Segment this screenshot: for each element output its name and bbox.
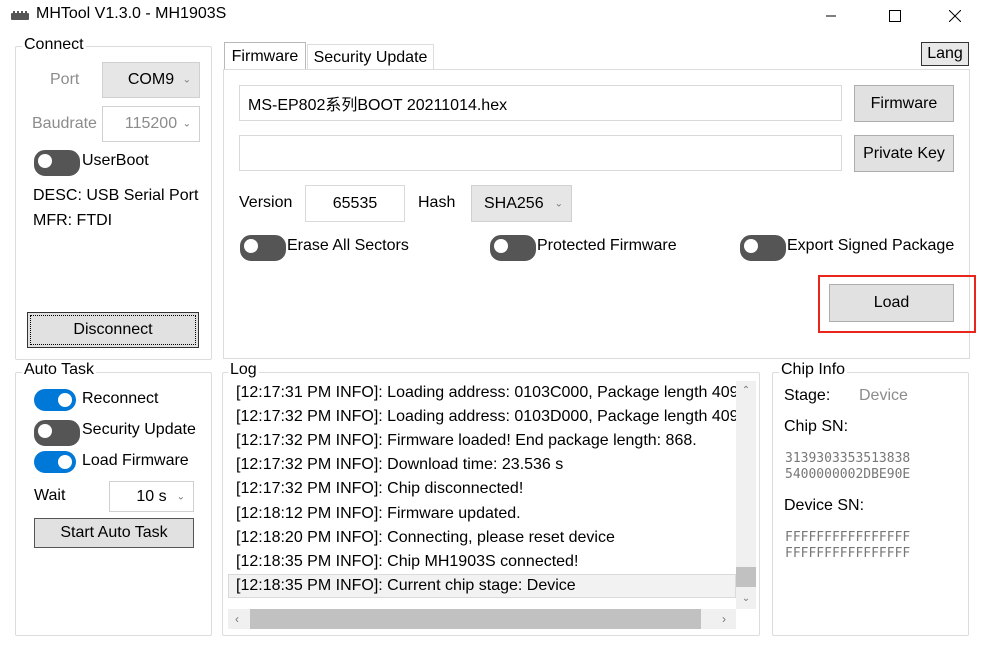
log-line: [12:17:32 PM INFO]: Firmware loaded! End… bbox=[236, 432, 697, 449]
chip-sn-line-2: 5400000002DBE90E bbox=[785, 467, 911, 482]
connect-group-label: Connect bbox=[22, 36, 86, 54]
chevron-right-icon[interactable]: › bbox=[717, 612, 731, 626]
app-icon bbox=[11, 11, 29, 20]
load-firmware-toggle[interactable] bbox=[34, 451, 76, 473]
log-list[interactable]: [12:17:31 PM INFO]: Loading address: 010… bbox=[228, 381, 736, 609]
version-value: 65535 bbox=[332, 194, 378, 212]
log-group-label: Log bbox=[228, 361, 259, 379]
firmware-button[interactable]: Firmware bbox=[854, 85, 954, 122]
device-mfr: MFR: FTDI bbox=[33, 212, 113, 229]
auto-task-group-label: Auto Task bbox=[22, 361, 96, 379]
tab-firmware[interactable]: Firmware bbox=[224, 42, 306, 70]
stage-label: Stage: bbox=[784, 387, 831, 404]
export-signed-package-toggle[interactable] bbox=[740, 235, 786, 261]
chip-sn-line-1: 3139303353513838 bbox=[785, 451, 911, 466]
reconnect-toggle[interactable] bbox=[34, 389, 76, 411]
stage-value: Device bbox=[859, 387, 908, 404]
log-hscroll-thumb[interactable] bbox=[250, 609, 701, 629]
hash-label: Hash bbox=[418, 194, 456, 211]
reconnect-label: Reconnect bbox=[82, 390, 159, 407]
private-key-button[interactable]: Private Key bbox=[854, 135, 954, 172]
firmware-file-path: MS-EP802系列BOOT 20211014.hex bbox=[248, 97, 508, 114]
userboot-label: UserBoot bbox=[82, 152, 149, 169]
maximize-button[interactable] bbox=[872, 0, 918, 32]
log-line: [12:17:31 PM INFO]: Loading address: 010… bbox=[236, 384, 736, 401]
export-signed-package-label: Export Signed Package bbox=[787, 237, 955, 254]
lang-button[interactable]: Lang bbox=[921, 42, 969, 66]
window-title: MHTool V1.3.0 - MH1903S bbox=[36, 5, 227, 22]
tab-security-update[interactable]: Security Update bbox=[307, 44, 434, 70]
private-key-field[interactable] bbox=[239, 135, 842, 171]
chevron-up-icon[interactable]: ⌃ bbox=[739, 383, 753, 397]
chevron-down-icon: ⌄ bbox=[182, 118, 191, 130]
close-icon bbox=[949, 10, 961, 22]
baudrate-label: Baudrate bbox=[32, 115, 97, 132]
minimize-icon bbox=[826, 15, 836, 17]
userboot-toggle[interactable] bbox=[34, 150, 80, 176]
protected-firmware-toggle[interactable] bbox=[490, 235, 536, 261]
hash-value: SHA256 bbox=[484, 194, 544, 212]
start-auto-task-button[interactable]: Start Auto Task bbox=[34, 518, 194, 548]
device-sn-line-1: FFFFFFFFFFFFFFFF bbox=[785, 530, 911, 545]
version-label: Version bbox=[239, 194, 293, 211]
chevron-down-icon: ⌄ bbox=[554, 198, 563, 209]
load-firmware-label: Load Firmware bbox=[82, 452, 189, 469]
maximize-icon bbox=[889, 10, 901, 22]
close-button[interactable] bbox=[932, 0, 978, 32]
load-button[interactable]: Load bbox=[829, 284, 954, 322]
port-select[interactable]: COM9 ⌄ bbox=[102, 62, 200, 98]
title-bar: MHTool V1.3.0 - MH1903S bbox=[0, 0, 983, 32]
chip-info-group-label: Chip Info bbox=[779, 361, 848, 379]
erase-all-sectors-toggle[interactable] bbox=[240, 235, 286, 261]
device-sn-label: Device SN: bbox=[784, 497, 865, 514]
wait-value: 10 s bbox=[136, 487, 167, 505]
hash-select[interactable]: SHA256 ⌄ bbox=[471, 185, 572, 222]
baudrate-select[interactable]: 115200 ⌄ bbox=[102, 106, 200, 142]
erase-all-sectors-label: Erase All Sectors bbox=[287, 237, 409, 254]
security-update-label: Security Update bbox=[82, 421, 196, 438]
protected-firmware-label: Protected Firmware bbox=[537, 237, 677, 254]
log-line: [12:18:35 PM INFO]: Current chip stage: … bbox=[236, 577, 576, 594]
log-line: [12:18:20 PM INFO]: Connecting, please r… bbox=[236, 529, 615, 546]
chip-sn-label: Chip SN: bbox=[784, 418, 849, 435]
port-value: COM9 bbox=[127, 71, 175, 88]
device-sn-line-2: FFFFFFFFFFFFFFFF bbox=[785, 546, 911, 561]
log-line: [12:17:32 PM INFO]: Download time: 23.53… bbox=[236, 456, 564, 473]
log-line: [12:17:32 PM INFO]: Loading address: 010… bbox=[236, 408, 736, 425]
log-line: [12:17:32 PM INFO]: Chip disconnected! bbox=[236, 480, 524, 497]
disconnect-button[interactable]: Disconnect bbox=[27, 312, 199, 348]
wait-label: Wait bbox=[34, 487, 66, 504]
log-scroll-thumb[interactable] bbox=[736, 567, 756, 587]
chevron-down-icon[interactable]: ⌄ bbox=[739, 591, 753, 605]
log-line: [12:18:35 PM INFO]: Chip MH1903S connect… bbox=[236, 553, 579, 570]
minimize-button[interactable] bbox=[808, 0, 854, 32]
log-line: [12:18:12 PM INFO]: Firmware updated. bbox=[236, 505, 521, 522]
device-desc: DESC: USB Serial Port bbox=[33, 187, 199, 204]
chevron-down-icon: ⌄ bbox=[182, 74, 191, 86]
security-update-toggle[interactable] bbox=[34, 420, 80, 446]
chevron-left-icon[interactable]: ‹ bbox=[230, 612, 244, 626]
port-label: Port bbox=[50, 71, 80, 88]
firmware-file-field[interactable]: MS-EP802系列BOOT 20211014.hex bbox=[239, 85, 842, 121]
version-input[interactable]: 65535 bbox=[305, 185, 405, 222]
chevron-down-icon: ⌄ bbox=[176, 491, 185, 502]
baudrate-value: 115200 bbox=[124, 115, 178, 132]
wait-select[interactable]: 10 s ⌄ bbox=[109, 481, 194, 512]
